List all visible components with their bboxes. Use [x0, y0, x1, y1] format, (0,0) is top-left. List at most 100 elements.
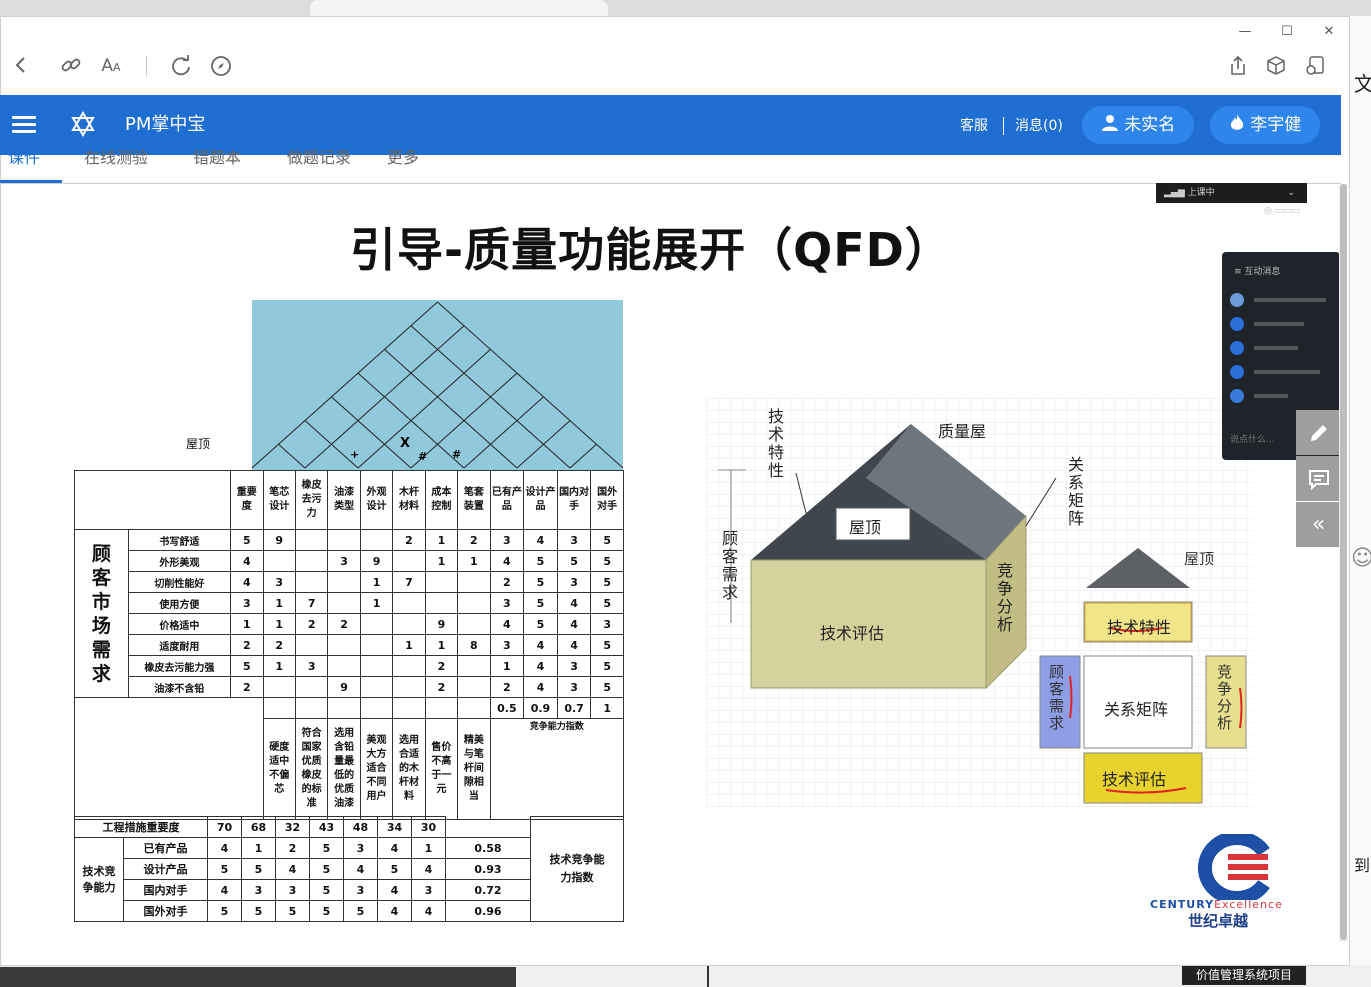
verify-label: 未实名 — [1124, 115, 1176, 135]
tech-value: 3 — [343, 879, 378, 901]
relation-cell: 1 — [262, 592, 296, 614]
targets-row: 硬度适中不偏芯 符合国家优质橡皮的标准 选用含铅量最低的优质油漆 美观大方适合不同用户… — [74, 718, 625, 820]
relation-cell — [294, 529, 329, 551]
close-button[interactable]: ✕ — [1319, 22, 1339, 42]
tech-value: 5 — [241, 858, 276, 880]
relation-cell: 3 — [294, 655, 329, 677]
refresh-icon[interactable] — [168, 54, 194, 78]
comment-icon[interactable] — [1296, 456, 1341, 501]
tech-value: 5 — [377, 858, 412, 880]
target-cell: 选用含铅量最低的优质油漆 — [327, 718, 361, 820]
browser-tab[interactable] — [310, 0, 608, 16]
tech-value: 5 — [309, 858, 344, 880]
qfd-roof — [252, 300, 623, 470]
text-size-icon[interactable]: AA — [98, 54, 124, 78]
customer-service-link[interactable]: 客服 — [960, 116, 988, 136]
minimize-button[interactable]: — — [1235, 22, 1255, 42]
link-icon[interactable] — [58, 54, 84, 78]
tech-value: 5 — [309, 879, 344, 901]
scrollbar-thumb[interactable] — [1340, 184, 1347, 940]
column-header: 国内对手 — [556, 470, 592, 530]
table-cell — [327, 697, 361, 719]
relation-cell: 1 — [457, 550, 491, 572]
messages-link[interactable]: 消息(0) — [1015, 116, 1063, 136]
tech-value: 5 — [241, 900, 276, 922]
table-cell — [445, 816, 531, 838]
table-cell — [457, 697, 491, 719]
label-relation-matrix: 关系矩阵 — [1065, 456, 1084, 528]
tech-value: 4 — [275, 858, 310, 880]
competitive-index-cell: 1 — [590, 697, 624, 719]
roof-mark: # — [452, 448, 462, 461]
column-header: 外观设计 — [359, 470, 394, 530]
qfd-bottom-table: 工程措施重要度 70 68 32 43 48 34 30 技术竞争能力指数 技术竞争能力 已有产品 4… — [74, 816, 624, 922]
relation-cell: 9 — [262, 529, 296, 551]
relation-cell — [359, 634, 394, 656]
tech-row-label: 国外对手 — [123, 900, 208, 922]
relation-cell: 8 — [457, 634, 491, 656]
chat-input[interactable]: 说点什么... — [1230, 430, 1306, 450]
pencil-icon[interactable] — [1296, 410, 1341, 455]
need-label: 使用方便 — [127, 592, 232, 614]
table-row: 切削性能好 4 3 1 7 2 5 3 5 — [75, 571, 624, 593]
relation-cell — [359, 655, 394, 677]
background-text: 到 — [1354, 856, 1371, 875]
chat-message — [1230, 384, 1326, 408]
roof-mark: + — [350, 448, 360, 461]
relation-cell: 7 — [294, 592, 329, 614]
importance-cell: 4 — [230, 550, 264, 572]
tech-value: 5 — [309, 900, 344, 922]
star-logo-icon — [70, 111, 96, 137]
tech-value: 3 — [241, 879, 276, 901]
share-icon[interactable] — [1225, 54, 1251, 78]
tab-history[interactable]: 做题记录 — [287, 148, 351, 168]
competition-cell: 2 — [489, 571, 525, 593]
flame-icon — [1229, 114, 1250, 135]
back-icon[interactable] — [8, 54, 34, 78]
cube-icon[interactable] — [1263, 54, 1289, 78]
collapse-icon[interactable]: « — [1296, 502, 1341, 547]
importance-value: 43 — [309, 816, 344, 838]
competition-cell: 5 — [523, 571, 558, 593]
label-tech-char: 技术特性 — [765, 408, 784, 480]
relation-cell — [294, 571, 329, 593]
avatar — [1230, 293, 1244, 307]
user-button[interactable]: 李宇健 — [1210, 106, 1320, 144]
tech-value: 1 — [411, 837, 446, 859]
tab-wrong-book[interactable]: 错题本 — [193, 148, 241, 168]
relation-cell: 9 — [359, 550, 394, 572]
tech-value: 5 — [207, 900, 242, 922]
emoji-icon[interactable]: ☺ — [1351, 546, 1371, 571]
screen-lock-icon[interactable] — [1302, 54, 1328, 78]
tab-online-quiz[interactable]: 在线测验 — [84, 148, 148, 168]
background-text: 文 — [1354, 72, 1371, 96]
need-label: 油漆不含铅 — [127, 676, 232, 698]
table-header-row: 重要度 笔芯设计 橡皮去污力 油漆类型 外观设计 木杆材料 成本控制 笔套装置 已有产品 设计产品… — [73, 470, 624, 530]
verify-button[interactable]: 未实名 — [1082, 106, 1194, 144]
tech-value: 4 — [343, 858, 378, 880]
relation-cell: 2 — [424, 676, 459, 698]
avatar — [1230, 389, 1244, 403]
tab-courseware[interactable]: 课件 — [8, 148, 40, 168]
tech-row-label: 设计产品 — [123, 858, 208, 880]
column-header: 木杆材料 — [392, 470, 426, 530]
tab-more[interactable]: 更多 — [387, 148, 419, 168]
competition-cell: 5 — [523, 592, 558, 614]
competitive-index-cell: 0.9 — [523, 697, 558, 719]
menu-icon[interactable] — [12, 116, 36, 134]
maximize-button[interactable]: ☐ — [1277, 22, 1297, 42]
label-customer-needs: 顾客需求 — [719, 530, 738, 602]
table-cell — [294, 697, 329, 719]
tech-value: 4 — [411, 900, 446, 922]
tech-value: 3 — [343, 837, 378, 859]
tech-value: 4 — [377, 900, 412, 922]
column-header: 重要度 — [230, 470, 264, 530]
relation-cell: 1 — [262, 613, 296, 635]
relation-cell: 9 — [424, 613, 459, 635]
compass-icon[interactable] — [208, 54, 234, 78]
table-row: 适度耐用 2 2 1 1 8 3 4 4 5 — [75, 634, 624, 656]
relation-cell — [327, 655, 361, 677]
target-cell: 售价不高于一元 — [424, 718, 459, 820]
importance-value: 32 — [275, 816, 310, 838]
live-status-bar[interactable]: ▂▄▆ 上课中 ⌄ — [1156, 183, 1307, 203]
